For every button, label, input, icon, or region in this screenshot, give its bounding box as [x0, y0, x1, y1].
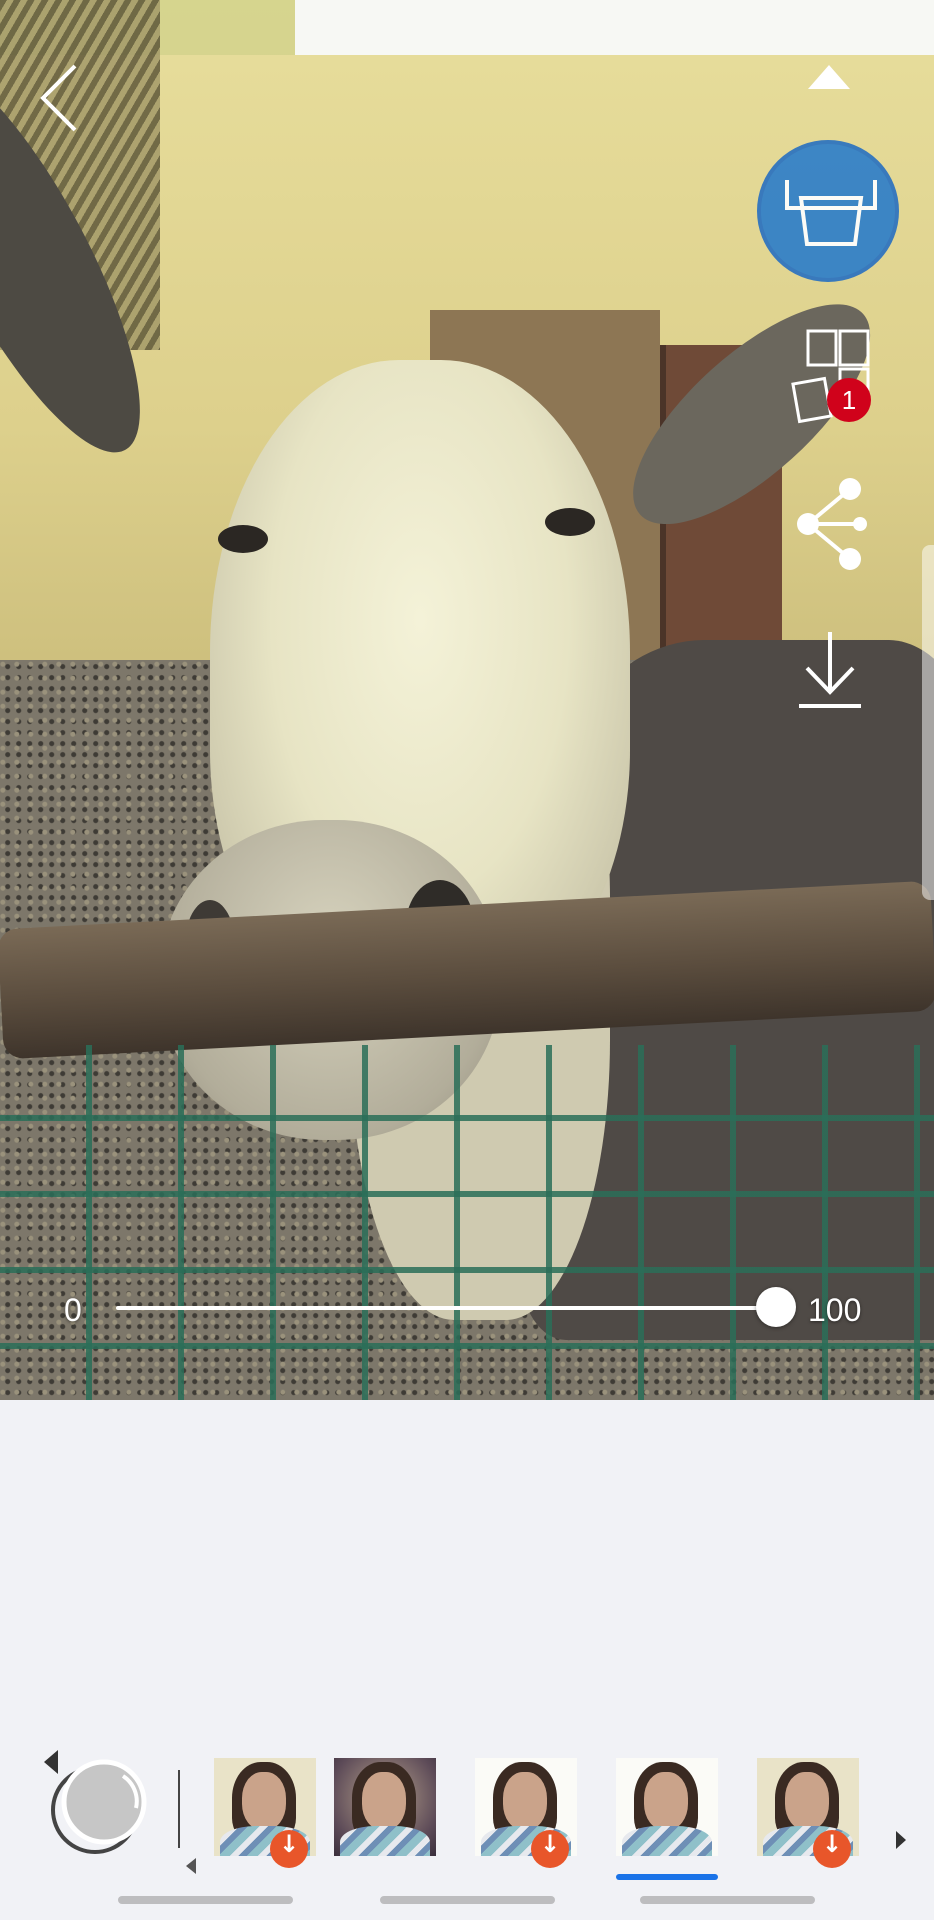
intensity-slider-thumb[interactable]: [756, 1287, 796, 1327]
print-button[interactable]: [757, 140, 899, 282]
collapse-toolbar-button[interactable]: [804, 62, 854, 92]
intensity-slider[interactable]: [116, 1287, 796, 1327]
download-icon: [799, 632, 861, 708]
back-button[interactable]: [35, 62, 85, 134]
queue-count-badge: 1: [827, 378, 871, 422]
selected-filter-indicator: [616, 1874, 718, 1880]
side-panel-handle[interactable]: [922, 545, 934, 900]
share-button[interactable]: [790, 475, 870, 573]
download-filter-icon[interactable]: ↓: [270, 1830, 308, 1868]
chevron-left-icon: [40, 64, 77, 132]
triangle-up-icon: [808, 65, 850, 89]
share-icon: [797, 478, 867, 570]
slider-min-label: 0: [64, 1292, 82, 1328]
download-filter-icon[interactable]: ↓: [813, 1830, 851, 1868]
scroll-left-arrow[interactable]: [186, 1858, 196, 1874]
lens-icon: [51, 1759, 147, 1854]
strip-divider: [178, 1770, 180, 1848]
slider-max-label: 100: [808, 1292, 862, 1328]
filter-thumbnail[interactable]: [616, 1758, 718, 1856]
download-filter-icon[interactable]: ↓: [531, 1830, 569, 1868]
download-button[interactable]: [795, 630, 865, 710]
lens-button[interactable]: [48, 1756, 158, 1856]
nav-indicator: [380, 1896, 555, 1904]
nav-indicator: [640, 1896, 815, 1904]
photo-editor-screen: 1 0 100 ↓ ↓ ↓: [0, 0, 934, 1920]
scroll-right-arrow[interactable]: [896, 1831, 906, 1849]
filter-thumbnail[interactable]: [334, 1758, 436, 1856]
printer-icon: [785, 180, 877, 246]
nav-indicator: [118, 1896, 293, 1904]
